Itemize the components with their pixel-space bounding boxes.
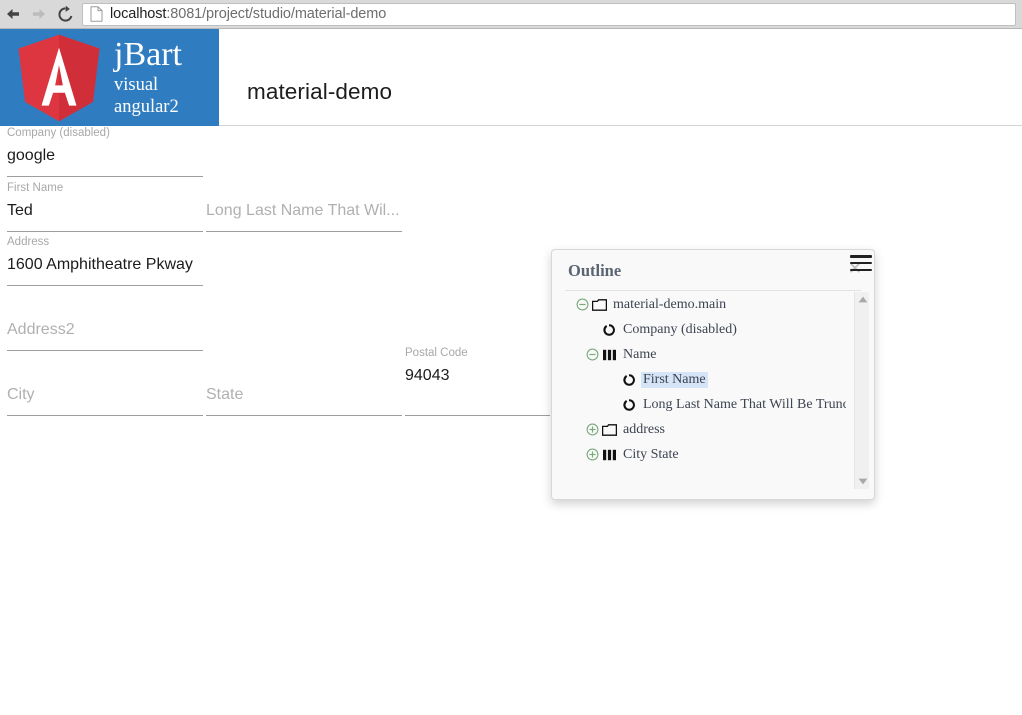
reload-icon: [57, 5, 72, 22]
arrow-left-icon: [7, 9, 19, 19]
field-first-name[interactable]: First Name Ted: [0, 182, 203, 232]
url-path: :8081/project/studio/material-demo: [166, 6, 387, 22]
forward-button[interactable]: [26, 1, 52, 27]
tree-row[interactable]: address: [565, 417, 846, 442]
field-address2-placeholder: Address2: [7, 321, 75, 338]
columns-icon: [600, 348, 618, 362]
hamburger-bar: [850, 268, 872, 271]
page-title: material-demo: [247, 79, 393, 104]
tree-row[interactable]: First Name: [565, 367, 846, 392]
field-address-label: Address: [7, 236, 50, 248]
columns-icon: [600, 448, 618, 462]
hamburger-bar: [850, 261, 872, 265]
field-last-name-placeholder: Long Last Name That Wil...: [206, 202, 400, 219]
field-company-label: Company (disabled): [7, 127, 110, 139]
tree-row[interactable]: material-demo.main: [565, 292, 846, 317]
tree-row-label: address: [623, 421, 665, 437]
field-state-underline: [206, 415, 402, 416]
field-city-placeholder: City: [7, 386, 35, 403]
circle-node-icon: [620, 398, 638, 412]
url-bar[interactable]: localhost:8081/project/studio/material-d…: [82, 2, 1016, 26]
field-postal-code-value: 94043: [405, 367, 450, 384]
page-document-icon: [90, 6, 103, 22]
circle-node-icon: [600, 323, 618, 337]
field-address2[interactable]: Address2: [0, 301, 203, 351]
expand-plus-icon[interactable]: [585, 447, 600, 462]
field-first-name-value: Ted: [7, 202, 33, 219]
tree-row[interactable]: Name: [565, 342, 846, 367]
tree-row-label: Company (disabled): [623, 321, 737, 337]
circle-node-icon: [620, 373, 638, 387]
field-company-underline: [7, 176, 203, 177]
field-address-value: 1600 Amphitheatre Pkway: [7, 256, 193, 273]
url-host: localhost: [110, 6, 167, 22]
field-last-name-underline: [206, 231, 402, 232]
reload-button[interactable]: [52, 1, 78, 27]
outline-panel: Outline ✕ material-demo.main Company (di…: [551, 249, 875, 500]
folder-icon: [590, 298, 608, 312]
field-address2-underline: [7, 350, 203, 351]
tree-row-label: Name: [623, 346, 657, 362]
collapse-minus-icon[interactable]: [585, 347, 600, 362]
field-address-underline: [7, 285, 203, 286]
tree-row-label: Long Last Name That Will Be Truncated: [643, 396, 846, 412]
field-first-name-label: First Name: [7, 182, 64, 194]
field-company-value: google: [7, 147, 56, 164]
field-address[interactable]: Address 1600 Amphitheatre Pkway: [0, 236, 203, 286]
logo-banner[interactable]: jBart visual angular2: [0, 29, 219, 126]
app-header: jBart visual angular2 material-demo File…: [0, 29, 1022, 143]
url-text: localhost:8081/project/studio/material-d…: [110, 6, 386, 22]
tree-row[interactable]: Company (disabled): [565, 317, 846, 342]
field-postal-code-label: Postal Code: [405, 347, 468, 359]
browser-chrome: localhost:8081/project/studio/material-d…: [0, 0, 1022, 29]
logo-text-block: jBart visual angular2: [114, 35, 219, 118]
field-postal-code-underline: [405, 415, 550, 416]
expand-plus-icon[interactable]: [585, 422, 600, 437]
collapse-minus-icon[interactable]: [575, 297, 590, 312]
folder-icon: [600, 423, 618, 437]
angular-shield-logo-icon: [18, 34, 100, 121]
field-first-name-underline: [7, 231, 203, 232]
logo-subtitle: visual angular2: [114, 74, 179, 117]
tree-row[interactable]: Long Last Name That Will Be Truncated: [565, 392, 846, 417]
scroll-down-arrow-icon[interactable]: [855, 474, 870, 489]
outline-scrollbar[interactable]: [854, 292, 869, 489]
hamburger-menu-icon[interactable]: [850, 255, 872, 271]
outline-divider: [565, 290, 861, 291]
logo-title: jBart: [114, 35, 182, 73]
field-last-name[interactable]: Long Last Name That Wil...: [199, 182, 402, 232]
arrow-right-icon: [33, 9, 45, 19]
outline-tree: material-demo.main Company (disabled) Na…: [565, 292, 846, 489]
field-state[interactable]: State: [199, 366, 402, 416]
tree-row-label: City State: [623, 446, 679, 462]
field-city[interactable]: City: [0, 366, 203, 416]
tree-row-label: material-demo.main: [613, 296, 727, 312]
tree-row-label: First Name: [641, 371, 708, 388]
field-company[interactable]: Company (disabled) google: [0, 127, 203, 177]
scroll-up-arrow-icon[interactable]: [855, 292, 870, 307]
field-postal-code[interactable]: Postal Code 94043: [398, 347, 550, 416]
outline-panel-title: Outline: [568, 261, 622, 280]
field-state-placeholder: State: [206, 386, 244, 403]
tree-row[interactable]: City State: [565, 442, 846, 467]
hamburger-bar: [850, 255, 872, 258]
back-button[interactable]: [0, 1, 26, 27]
field-city-underline: [7, 415, 203, 416]
